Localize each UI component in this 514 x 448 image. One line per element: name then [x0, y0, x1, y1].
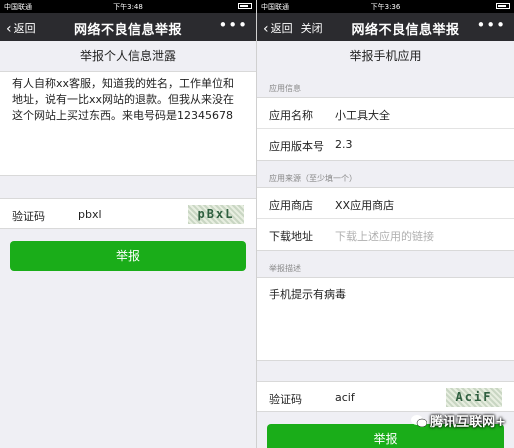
section-heading: 举报个人信息泄露	[0, 41, 256, 71]
more-icon[interactable]: •••	[476, 16, 506, 34]
app-source-group: 应用商店 XX应用商店 下载地址 下载上述应用的链接	[257, 187, 514, 251]
section-heading: 举报手机应用	[257, 41, 514, 71]
captcha-row: 验证码 acif AciF	[257, 381, 514, 412]
report-text-area[interactable]: 有人自称xx客服，知道我的姓名，工作单位和地址，说有一比xx网站的退款。但我从来…	[0, 71, 256, 176]
app-store-label: 应用商店	[269, 199, 313, 212]
clock: 下午3:36	[370, 3, 401, 11]
clock: 下午3:48	[113, 3, 143, 11]
captcha-row: 验证码 pbxl pBxL	[0, 198, 256, 229]
description-section-label: 举报描述	[269, 264, 301, 273]
back-label: 返回	[270, 22, 293, 35]
app-name-input[interactable]: 小工具大全	[335, 107, 390, 123]
captcha-label: 验证码	[12, 210, 45, 223]
submit-button[interactable]: 举报	[10, 241, 246, 271]
app-version-label: 应用版本号	[269, 140, 324, 153]
more-icon[interactable]: •••	[218, 16, 248, 34]
app-info-group: 应用名称 小工具大全 应用版本号 2.3	[257, 97, 514, 161]
description-input[interactable]: 手机提示有病毒	[257, 277, 514, 361]
battery-icon	[496, 2, 510, 10]
wechat-icon	[411, 415, 428, 427]
app-store-input[interactable]: XX应用商店	[335, 197, 394, 213]
app-name-label: 应用名称	[269, 109, 313, 122]
captcha-image[interactable]: pBxL	[188, 205, 244, 224]
download-url-row: 下载地址 下载上述应用的链接	[257, 219, 514, 250]
app-version-input[interactable]: 2.3	[335, 138, 353, 151]
app-store-row: 应用商店 XX应用商店	[257, 188, 514, 219]
captcha-input[interactable]: pbxl	[78, 208, 102, 221]
chevron-left-icon: ‹	[263, 21, 269, 37]
download-url-label: 下载地址	[269, 230, 313, 243]
captcha-image[interactable]: AciF	[446, 388, 502, 407]
captcha-label: 验证码	[269, 393, 302, 406]
battery-icon	[238, 2, 252, 10]
status-bar: 中国联通 下午3:36	[257, 0, 514, 13]
app-source-section-label: 应用来源（至少填一个）	[269, 174, 357, 183]
nav-bar: ‹ 返回 网络不良信息举报 •••	[0, 13, 256, 41]
report-text: 有人自称xx客服，知道我的姓名，工作单位和地址，说有一比xx网站的退款。但我从来…	[12, 77, 235, 122]
watermark-text: 腾讯互联网+	[430, 415, 506, 430]
right-screen: 中国联通 下午3:36 ‹ 返回 关闭 网络不良信息举报 ••• 举报手机应用 应用…	[257, 0, 514, 448]
app-version-row: 应用版本号 2.3	[257, 129, 514, 160]
status-bar: 中国联通 下午3:48	[0, 0, 256, 13]
download-url-input[interactable]: 下载上述应用的链接	[335, 228, 434, 244]
nav-bar: ‹ 返回 关闭 网络不良信息举报 •••	[257, 13, 514, 41]
app-name-row: 应用名称 小工具大全	[257, 98, 514, 129]
app-info-section-label: 应用信息	[269, 84, 301, 93]
watermark: 腾讯互联网+	[411, 411, 506, 430]
left-screen: 中国联通 下午3:48 ‹ 返回 网络不良信息举报 ••• 举报个人信息泄露 有人…	[0, 0, 257, 448]
captcha-input[interactable]: acif	[335, 391, 355, 404]
